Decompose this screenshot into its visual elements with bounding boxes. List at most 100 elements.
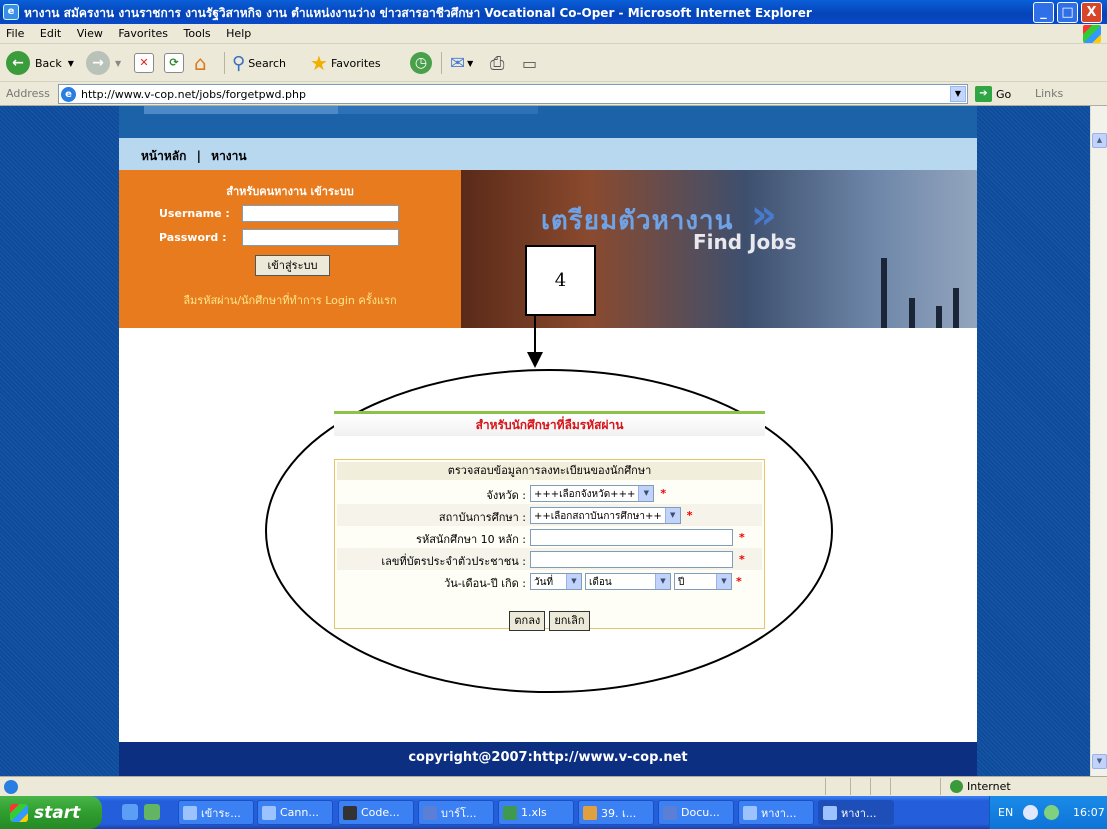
province-select-value: +++เลือกจังหวัด+++ (534, 488, 636, 500)
toolbar-divider (441, 52, 442, 74)
taskbar-item[interactable]: 1.xls (498, 800, 574, 825)
back-arrow-icon: ← (6, 51, 30, 75)
menu-edit[interactable]: Edit (34, 24, 67, 43)
quicklaunch-ie-icon[interactable] (122, 804, 138, 820)
taskbar-item[interactable]: หางา... (738, 800, 814, 825)
go-arrow-icon: ➔ (975, 86, 992, 102)
taskbar-item[interactable]: Docu... (658, 800, 734, 825)
taskbar-item-label: Code... (361, 806, 400, 819)
network-icon[interactable] (1044, 805, 1059, 820)
vertical-scrollbar[interactable]: ▲ ▼ (1090, 106, 1107, 776)
scroll-up-icon[interactable]: ▲ (1092, 133, 1107, 148)
taskbar-item[interactable]: เข้าระ... (178, 800, 254, 825)
student-id-row: รหัสนักศึกษา 10 หลัก : * (337, 526, 762, 548)
menu-tools[interactable]: Tools (178, 24, 217, 43)
forward-arrow-icon: → (86, 51, 110, 75)
back-button[interactable]: ← Back ▼ (6, 50, 74, 76)
nav-home-link[interactable]: หน้าหลัก (141, 149, 186, 163)
refresh-button[interactable]: ⟳ (164, 50, 184, 76)
forward-button[interactable]: → ▼ (86, 50, 121, 76)
form-title: สำหรับนักศึกษาที่ลืมรหัสผ่าน (334, 414, 765, 436)
home-button[interactable]: ⌂ (194, 50, 207, 76)
required-mark: * (739, 552, 745, 566)
print-button[interactable]: ⎙ (490, 50, 504, 76)
dob-year-select[interactable]: ปี ▼ (674, 572, 732, 590)
taskbar-item[interactable]: บาร์โ... (418, 800, 494, 825)
taskbar-item[interactable]: Cann... (257, 800, 333, 825)
cancel-button[interactable]: ยกเลิก (549, 611, 590, 631)
form-header: ตรวจสอบข้อมูลการลงทะเบียนของนักศึกษา (337, 462, 762, 480)
go-button[interactable]: ➔ Go (975, 86, 1011, 102)
edit-icon: ▭ (522, 53, 538, 73)
mail-button[interactable]: ✉ ▼ (450, 50, 473, 76)
taskbar-item[interactable]: 39. เ... (578, 800, 654, 825)
scroll-down-icon[interactable]: ▼ (1092, 754, 1107, 769)
volume-icon[interactable] (1023, 805, 1038, 820)
history-button[interactable]: ◷ (410, 50, 432, 76)
refresh-icon: ⟳ (164, 53, 184, 73)
browser-viewport: หน้าหลัก | หางาน สำหรับคนหางาน เข้าระบบ … (0, 106, 1090, 776)
address-bar: Address e http://www.v-cop.net/jobs/forg… (0, 82, 1107, 106)
edit-button[interactable]: ▭ (522, 50, 537, 76)
address-label: Address (6, 87, 50, 100)
page-tab[interactable] (338, 106, 538, 114)
dob-month-value: เดือน (589, 576, 612, 588)
silhouette-figure (881, 258, 887, 328)
stop-button[interactable]: ✕ (134, 50, 154, 76)
student-id-label: รหัสนักศึกษา 10 หลัก : (416, 533, 526, 546)
login-heading: สำหรับคนหางาน เข้าระบบ (226, 185, 354, 198)
dob-day-value: วันที่ (534, 576, 554, 588)
citizen-id-row: เลขที่บัตรประจำตัวประชาชน : * (337, 548, 762, 570)
status-divider (870, 778, 871, 795)
nav-jobs-link[interactable]: หางาน (211, 149, 246, 163)
taskbar-item-label: เข้าระ... (201, 806, 241, 820)
excel-icon (503, 805, 517, 820)
start-label: start (34, 802, 81, 823)
status-divider (940, 778, 941, 795)
required-mark: * (736, 574, 742, 588)
minimize-button[interactable]: _ (1033, 2, 1054, 23)
password-input[interactable] (242, 229, 399, 246)
login-button[interactable]: เข้าสู่ระบบ (255, 255, 330, 276)
annotation-arrowhead-icon (527, 352, 543, 368)
dob-day-select[interactable]: วันที่ ▼ (530, 572, 582, 590)
chevron-down-icon: ▼ (664, 507, 680, 523)
forgot-password-form: ตรวจสอบข้อมูลการลงทะเบียนของนักศึกษา จัง… (334, 459, 765, 631)
word-icon (663, 805, 677, 820)
page-tab[interactable] (144, 106, 338, 114)
search-label: Search (248, 56, 286, 70)
ok-button[interactable]: ตกลง (509, 611, 546, 631)
institution-select[interactable]: ++เลือกสถาบันการศึกษา++ ▼ (530, 506, 681, 524)
start-button[interactable]: start (0, 796, 102, 829)
dob-month-select[interactable]: เดือน ▼ (585, 572, 671, 590)
address-dropdown-icon[interactable]: ▼ (950, 86, 966, 102)
required-mark: * (660, 486, 667, 500)
username-input[interactable] (242, 205, 399, 222)
address-input[interactable]: e http://www.v-cop.net/jobs/forgetpwd.ph… (58, 84, 968, 104)
menu-favorites[interactable]: Favorites (112, 24, 174, 43)
province-select[interactable]: +++เลือกจังหวัด+++ ▼ (530, 484, 655, 502)
links-button[interactable]: Links (1035, 87, 1063, 100)
taskbar-item[interactable]: Code... (338, 800, 414, 825)
menu-help[interactable]: Help (220, 24, 257, 43)
menu-file[interactable]: File (0, 24, 30, 43)
word-icon (423, 805, 437, 820)
close-button[interactable]: X (1081, 2, 1102, 23)
language-indicator[interactable]: EN (998, 806, 1013, 819)
quicklaunch-messenger-icon[interactable] (144, 804, 160, 820)
taskbar: start เข้าระ... Cann... Code... บาร์โ...… (0, 796, 1107, 829)
windows-flag-icon (10, 803, 28, 822)
student-id-input[interactable] (530, 528, 733, 546)
forgot-password-link[interactable]: ลืมรหัสผ่าน/นักศึกษาที่ทำการ Login ครั้ง… (119, 291, 461, 309)
taskbar-item-active[interactable]: หางา... (818, 800, 894, 825)
windows-logo-icon (1083, 25, 1101, 43)
dob-year-value: ปี (678, 576, 685, 588)
paint-icon (583, 805, 597, 820)
maximize-button[interactable]: □ (1057, 2, 1078, 23)
citizen-id-input[interactable] (530, 550, 733, 568)
password-label: Password : (159, 231, 227, 244)
favorites-button[interactable]: ★ Favorites (310, 50, 381, 76)
menu-view[interactable]: View (71, 24, 109, 43)
search-button[interactable]: ⚲ Search (232, 50, 286, 76)
status-divider (890, 778, 891, 795)
